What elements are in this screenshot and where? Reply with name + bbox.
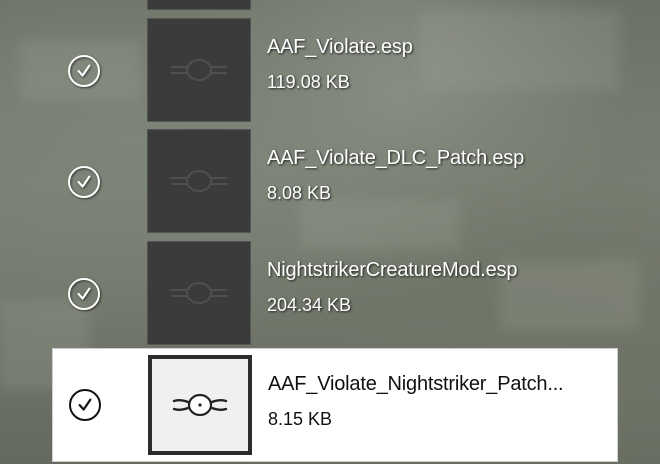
checkmark-circle-icon[interactable] (68, 278, 100, 310)
file-name: AAF_Violate.esp (267, 36, 413, 58)
checkmark-circle-icon[interactable] (69, 389, 101, 421)
list-item[interactable]: NightstrikerCreatureMod.esp 204.34 KB (52, 241, 618, 351)
vault-gear-icon (148, 355, 252, 455)
file-name: NightstrikerCreatureMod.esp (267, 259, 518, 281)
file-name: AAF_Violate_DLC_Patch.esp (267, 147, 525, 169)
list-item[interactable]: AAF_Violate_DLC_Patch.esp 8.08 KB (52, 129, 618, 239)
checkmark-circle-icon[interactable] (68, 166, 100, 198)
file-name: AAF_Violate_Nightstriker_Patch... (268, 373, 564, 395)
checkmark-circle-icon[interactable] (68, 55, 100, 87)
list-item-selected[interactable]: AAF_Violate_Nightstriker_Patch... 8.15 K… (52, 348, 618, 462)
list-item[interactable]: AAF_Violate.esp 119.08 KB (52, 18, 618, 128)
file-size: 119.08 KB (267, 72, 350, 92)
previous-thumbnail (147, 0, 251, 10)
vault-gear-icon (147, 129, 251, 233)
file-size: 8.08 KB (267, 183, 332, 203)
vault-gear-icon (147, 18, 251, 122)
file-size: 8.15 KB (268, 409, 333, 429)
file-size: 204.34 KB (267, 295, 352, 315)
plugin-list: AAF_Violate.esp 119.08 KB AAF_Violate_DL… (0, 0, 660, 464)
vault-gear-icon (147, 241, 251, 345)
